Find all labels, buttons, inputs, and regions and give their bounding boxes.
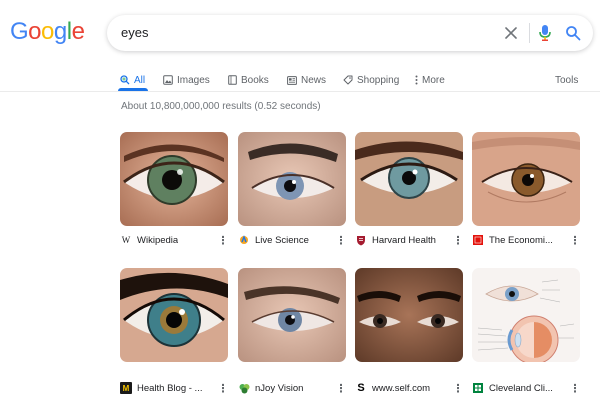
tab-shopping[interactable]: Shopping: [343, 70, 399, 90]
cleveland-clinic-icon: [472, 382, 484, 394]
logo-letter: g: [53, 18, 67, 45]
tools-button[interactable]: Tools: [555, 70, 578, 90]
site-name: www.self.com: [372, 382, 431, 394]
tab-label: Shopping: [357, 74, 400, 86]
image-result[interactable]: M Health Blog - ... ⋮: [120, 268, 229, 395]
more-options-icon[interactable]: ⋮: [453, 233, 464, 247]
image-result[interactable]: Live Science ⋮: [238, 132, 347, 247]
site-name: Health Blog - ...: [137, 382, 203, 394]
tabs-divider: [0, 91, 600, 92]
site-name: Harvard Health: [372, 234, 436, 246]
logo-letter: G: [10, 18, 29, 45]
njoy-icon: [238, 382, 250, 394]
logo-letter: e: [71, 18, 85, 45]
more-options-icon[interactable]: ⋮: [570, 381, 581, 395]
image-icon: [163, 75, 173, 85]
image-result[interactable]: S www.self.com ⋮: [355, 268, 464, 395]
eye-thumbnail[interactable]: [120, 132, 228, 226]
book-icon: [228, 75, 237, 85]
site-name: Cleveland Cli...: [489, 382, 553, 394]
image-result[interactable]: Harvard Health ⋮: [355, 132, 464, 247]
result-source[interactable]: Live Science ⋮: [238, 233, 347, 247]
result-source[interactable]: The Economi... ⋮: [472, 233, 581, 247]
self-icon: S: [355, 382, 367, 394]
image-result[interactable]: nJoy Vision ⋮: [238, 268, 347, 395]
tools-label: Tools: [555, 74, 579, 86]
eye-thumbnail[interactable]: [238, 268, 346, 362]
search-input[interactable]: [121, 25, 481, 40]
site-name: Wikipedia: [137, 234, 179, 246]
more-options-icon[interactable]: ⋮: [218, 381, 229, 395]
more-options-icon[interactable]: ⋮: [453, 381, 464, 395]
mic-icon[interactable]: [535, 23, 555, 43]
live-science-icon: [238, 234, 250, 246]
eye-thumbnail[interactable]: [238, 132, 346, 226]
image-result[interactable]: Cleveland Cli... ⋮: [472, 268, 581, 395]
health-blog-icon: M: [120, 382, 132, 394]
site-name: Live Science: [255, 234, 309, 246]
search-icon: [120, 75, 130, 85]
wikipedia-icon: W: [120, 234, 132, 246]
tab-label: All: [134, 74, 146, 86]
tab-news[interactable]: News: [287, 70, 326, 90]
site-name: The Economi...: [489, 234, 553, 246]
eye-thumbnail[interactable]: [120, 268, 228, 362]
favicon-letter: W: [121, 235, 131, 245]
tab-all[interactable]: All: [120, 70, 145, 90]
more-options-icon[interactable]: ⋮: [336, 381, 347, 395]
eye-thumbnail[interactable]: [355, 132, 463, 226]
tab-books[interactable]: Books: [228, 70, 269, 90]
more-options-icon[interactable]: ⋮: [218, 233, 229, 247]
tab-label: News: [301, 74, 327, 86]
search-box: [107, 15, 593, 51]
image-result[interactable]: The Economi... ⋮: [472, 132, 581, 247]
search-tabs: All Images Books News Shopping More Tool…: [0, 70, 600, 92]
logo-letter: o: [41, 18, 54, 45]
image-result[interactable]: W Wikipedia ⋮: [120, 132, 229, 247]
favicon-letter: S: [357, 382, 365, 394]
tab-label: Images: [177, 74, 210, 86]
result-source[interactable]: Harvard Health ⋮: [355, 233, 464, 247]
tab-label: Books: [241, 74, 269, 86]
harvard-shield-icon: [355, 234, 367, 246]
eye-thumbnail[interactable]: [472, 132, 580, 226]
more-vert-icon: [415, 75, 418, 85]
result-source[interactable]: Cleveland Cli... ⋮: [472, 381, 581, 395]
search-divider: [529, 23, 530, 43]
close-icon[interactable]: [501, 23, 521, 43]
news-icon: [287, 75, 297, 85]
result-source[interactable]: S www.self.com ⋮: [355, 381, 463, 395]
tab-images[interactable]: Images: [163, 70, 210, 90]
tag-icon: [343, 75, 353, 85]
tab-more[interactable]: More: [415, 70, 445, 90]
result-stats: About 10,800,000,000 results (0.52 secon…: [121, 101, 321, 112]
result-source[interactable]: M Health Blog - ... ⋮: [120, 381, 229, 395]
result-source[interactable]: W Wikipedia ⋮: [120, 233, 229, 247]
logo-letter: o: [28, 18, 42, 45]
search-icon[interactable]: [563, 23, 583, 43]
result-source[interactable]: nJoy Vision ⋮: [238, 381, 347, 395]
economist-icon: [472, 234, 484, 246]
eye-diagram-thumbnail[interactable]: [472, 268, 580, 362]
favicon-letter: M: [122, 383, 130, 393]
eye-thumbnail[interactable]: [355, 268, 463, 362]
google-logo[interactable]: Google: [10, 18, 85, 46]
more-options-icon[interactable]: ⋮: [570, 233, 581, 247]
more-options-icon[interactable]: ⋮: [336, 233, 347, 247]
tab-label: More: [422, 74, 445, 86]
site-name: nJoy Vision: [255, 382, 304, 394]
